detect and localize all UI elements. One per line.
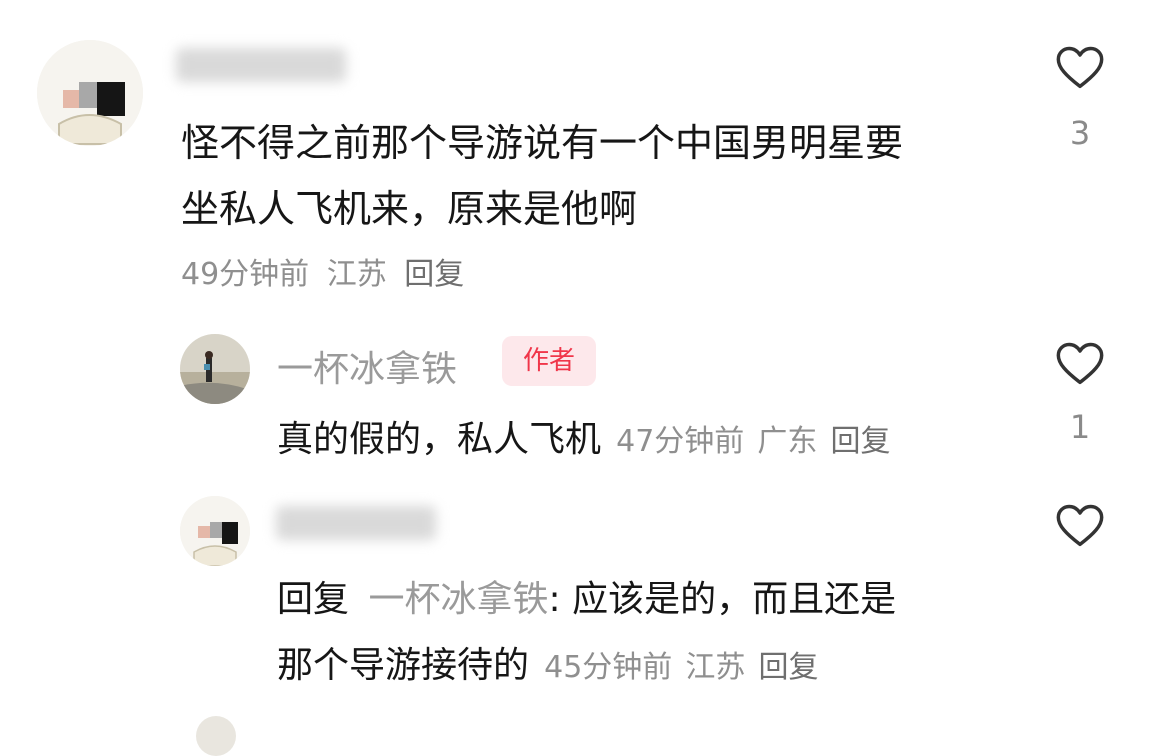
username-blurred[interactable] [176,48,346,82]
author-badge: 作者 [502,336,596,386]
avatar-image [37,40,143,146]
comment-text: 真的假的，私人飞机 [277,419,602,460]
comment-text: 那个导游接待的 [277,645,530,686]
reply-colon: : [548,579,561,620]
like-count: 1 [1069,408,1091,446]
comment-text-line: 怪不得之前那个导游说有一个中国男明星要 [181,121,904,165]
heart-outline-icon[interactable] [1054,338,1106,390]
timestamp: 49分钟前 [181,257,310,292]
heart-outline-icon[interactable] [1054,500,1106,552]
comment: 怪不得之前那个导游说有一个中国男明星要 坐私人飞机来，原来是他啊 49分钟前 江… [0,0,1157,310]
reply-prefix: 回复 [277,579,350,620]
reply-link[interactable]: 回复 [830,424,890,459]
reply-comment: 回复 一杯冰拿铁: 应该是的，而且还是 那个导游接待的 45分钟前 江苏 回复 [0,490,1157,723]
avatar[interactable] [180,334,250,404]
reply-link[interactable]: 回复 [404,257,464,292]
avatar-partial[interactable] [196,716,236,756]
reply-to-user[interactable]: 一杯冰拿铁 [368,579,548,620]
reply-link[interactable]: 回复 [758,650,818,685]
reply-comment: 一杯冰拿铁 作者 真的假的，私人飞机 47分钟前 广东 回复 1 [0,320,1157,480]
location: 江苏 [326,257,387,292]
location: 广东 [757,424,818,459]
username[interactable]: 一杯冰拿铁 [277,340,457,392]
like-count: 3 [1069,114,1091,152]
avatar-image [180,496,250,566]
heart-outline-icon[interactable] [1054,42,1106,94]
avatar[interactable] [180,496,250,566]
comment-text-line: 坐私人飞机来，原来是他啊 [181,187,638,231]
timestamp: 45分钟前 [544,650,673,685]
reply-body: 真的假的，私人飞机 47分钟前 广东 回复 [277,410,890,462]
location: 江苏 [685,650,746,685]
avatar-image [180,334,250,404]
avatar[interactable] [37,40,143,146]
reply-body-line: 那个导游接待的 45分钟前 江苏 回复 [277,636,818,688]
comment-text: 应该是的，而且还是 [572,579,897,620]
timestamp: 47分钟前 [616,424,745,459]
reply-body-line: 回复 一杯冰拿铁: 应该是的，而且还是 [277,570,896,622]
username-blurred[interactable] [276,506,436,540]
comment-meta: 49分钟前 江苏 回复 [181,249,464,293]
